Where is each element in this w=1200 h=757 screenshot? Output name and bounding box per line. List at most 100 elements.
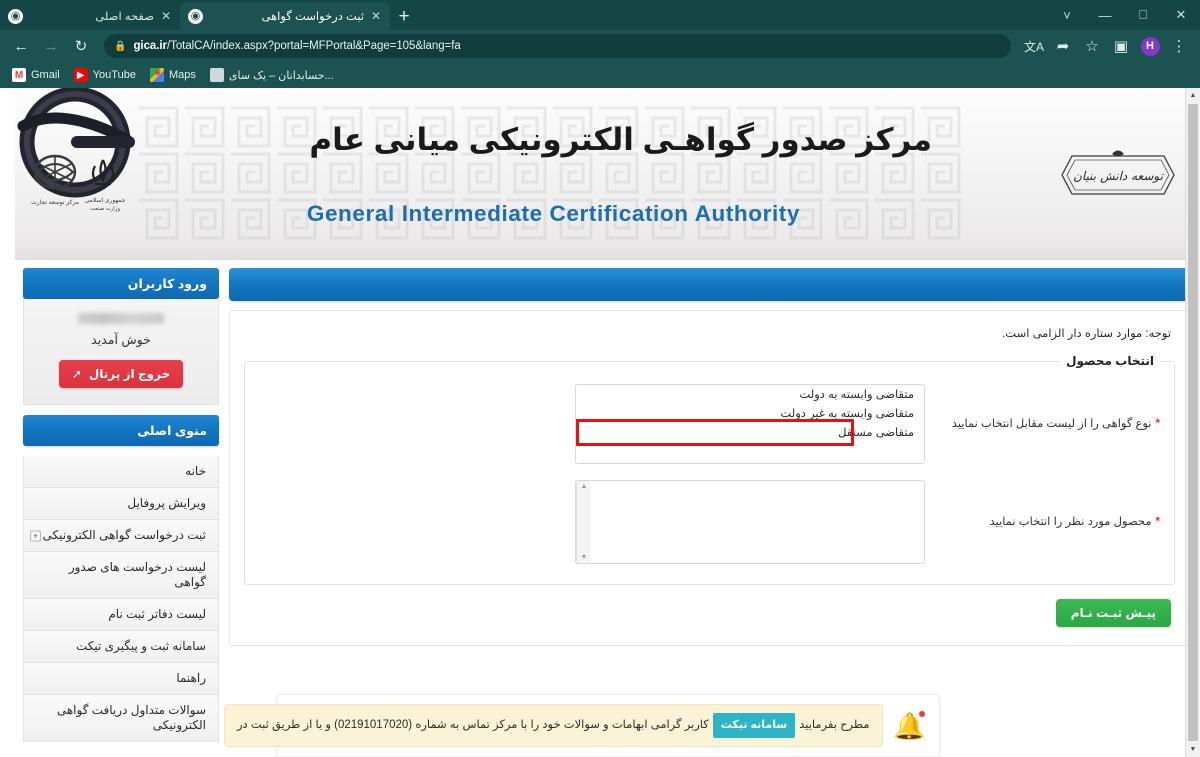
user-box: خوش آمدید خروج از پرتال ➚ xyxy=(23,299,219,405)
site-brand-en: General Intermediate Certification Autho… xyxy=(306,201,800,226)
sidebar-item-label: ویرایش پروفایل xyxy=(127,496,206,510)
share-icon[interactable]: ➦ xyxy=(1050,33,1076,59)
tab-favicon-icon: ◉ xyxy=(188,8,203,24)
form-row-certificate-type: *نوع گواهی را از لیست مقابل انتخاب نمایی… xyxy=(259,384,1160,464)
exit-icon: ➚ xyxy=(71,367,82,381)
sidebar-item-label: لیست دفاتر ثبت نام xyxy=(108,607,206,621)
page-viewport: ▲ ▼ مرکز صدور گواهـی الکترونیکی میانی عا… xyxy=(0,88,1200,757)
listbox-option[interactable]: متقاضی وابسته به غیر دولت xyxy=(576,404,924,423)
scroll-up-arrow-icon[interactable]: ▲ xyxy=(581,483,588,490)
form-row-product: *محصول مورد نظر را انتخاب نمایید ▲ ▼ xyxy=(259,480,1160,564)
certificate-type-label: *نوع گواهی را از لیست مقابل انتخاب نمایی… xyxy=(925,416,1160,432)
more-menu-icon[interactable]: ⋮ xyxy=(1166,33,1192,59)
scroll-up-arrow-icon[interactable]: ▲ xyxy=(1186,88,1200,103)
youtube-icon: ▶ xyxy=(73,68,88,82)
sidebar-item-label: راهنما xyxy=(176,671,206,685)
sidebar-item-edit-profile[interactable]: ویرایش پروفایل xyxy=(24,488,218,520)
bookmark-gmail[interactable]: M Gmail xyxy=(6,66,66,84)
new-tab-button[interactable]: + xyxy=(390,2,418,30)
sidebar-item-label: خانه xyxy=(185,464,206,478)
back-arrow-icon[interactable]: ← xyxy=(8,33,34,59)
product-listbox-scrollbar[interactable]: ▲ ▼ xyxy=(576,481,591,563)
scroll-down-arrow-icon[interactable]: ▼ xyxy=(1186,742,1200,757)
bookmark-youtube[interactable]: ▶ YouTube xyxy=(68,66,142,84)
sidebar-item-home[interactable]: خانه xyxy=(24,456,218,488)
notification-wrapper: 🔔 مطرح بفرمایید سامانه تیکت کاربر گرامی … xyxy=(15,694,1200,757)
bookmark-label: Maps xyxy=(168,69,196,81)
url-path: /TotalCA/index.aspx?portal=MFPortal&Page… xyxy=(166,40,461,52)
site-header: مرکز صدور گواهـی الکترونیکی میانی عام Ge… xyxy=(15,88,1200,260)
lock-icon: 🔒 xyxy=(114,40,127,52)
side-panel-icon[interactable]: ▣ xyxy=(1108,33,1134,59)
svg-text:جمهوری اسلامی: جمهوری اسلامی xyxy=(85,197,126,204)
product-listbox[interactable]: ▲ ▼ xyxy=(575,480,925,564)
product-label: *محصول مورد نظر را انتخاب نمایید xyxy=(925,514,1161,530)
profile-avatar[interactable]: H xyxy=(1137,33,1163,59)
ministry-seals: مرکز توسعه تجارت جمهوری اسلامی وزارت صنع… xyxy=(31,154,126,212)
reload-icon[interactable]: ↻ xyxy=(68,33,94,59)
translate-icon[interactable]: 文A xyxy=(1021,33,1047,59)
knowledge-based-seal: توسعه دانش بنیان xyxy=(1061,150,1175,195)
certificate-type-label-text: نوع گواهی را از لیست مقابل انتخاب نمایید xyxy=(951,417,1152,430)
sidebar-item-certificate-request[interactable]: + ثبت درخواست گواهی الکترونیکی xyxy=(24,520,218,552)
browser-tab-active[interactable]: ◉ ثبت درخواست گواهی ✕ xyxy=(180,2,390,30)
minimize-icon[interactable]: — xyxy=(1086,0,1124,30)
scroll-down-arrow-icon[interactable]: ▼ xyxy=(581,554,588,561)
sidebar-item-ticket-system[interactable]: سامانه ثبت و پیگیری تیکت xyxy=(24,631,218,663)
svg-text:توسعه دانش بنیان: توسعه دانش بنیان xyxy=(1073,169,1164,183)
sidebar-item-registration-offices[interactable]: لیست دفاتر ثبت نام xyxy=(24,599,218,631)
bookmark-star-icon[interactable]: ☆ xyxy=(1079,33,1105,59)
gmail-icon: M xyxy=(12,68,26,82)
registration-form-card: توجه: موارد ستاره دار الزامی است. انتخاب… xyxy=(229,310,1190,646)
tab-favicon-icon: ◉ xyxy=(8,8,23,24)
ticket-notification: 🔔 مطرح بفرمایید سامانه تیکت کاربر گرامی … xyxy=(224,694,940,757)
address-bar[interactable]: 🔒 gica.ir/TotalCA/index.aspx?portal=MFPo… xyxy=(104,34,1011,58)
page-body: مرکز صدور گواهـی الکترونیکی میانی عام Ge… xyxy=(15,88,1200,757)
bookmark-site[interactable]: حسابدانان – یک سای... xyxy=(204,66,340,84)
close-icon[interactable]: ✕ xyxy=(1162,0,1200,30)
ticket-system-link[interactable]: سامانه تیکت xyxy=(712,713,796,738)
browser-toolbar: ← → ↻ 🔒 gica.ir/TotalCA/index.aspx?porta… xyxy=(0,30,1200,62)
sidebar: ورود کاربران خوش آمدید خروج از پرتال ➚ م… xyxy=(23,268,219,742)
username-redacted xyxy=(78,313,164,324)
expand-plus-icon[interactable]: + xyxy=(30,530,41,541)
fieldset-legend: انتخاب محصول xyxy=(1066,354,1154,368)
logout-button[interactable]: خروج از پرتال ➚ xyxy=(58,360,184,388)
tab-close-icon[interactable]: ✕ xyxy=(160,9,172,23)
browser-tab-inactive[interactable]: ◉ صفحه اصلی ✕ xyxy=(0,2,180,30)
tab-search-icon[interactable]: ˅ xyxy=(1048,0,1086,30)
submit-row: پیـش ثبـت نـام xyxy=(244,585,1175,627)
notification-text-after: مطرح بفرمایید xyxy=(799,718,870,731)
pre-register-button[interactable]: پیـش ثبـت نـام xyxy=(1055,599,1171,627)
toolbar-right-buttons: 文A ➦ ☆ ▣ H ⋮ xyxy=(1021,33,1192,59)
page-scrollbar[interactable]: ▲ ▼ xyxy=(1185,88,1200,757)
bookmark-label: حسابدانان – یک سای... xyxy=(228,69,334,82)
tab-title: صفحه اصلی xyxy=(95,11,154,23)
sidebar-item-request-list[interactable]: لیست درخواست های صدور گواهی xyxy=(24,552,218,599)
notification-badge-dot xyxy=(917,709,926,718)
product-selection-fieldset: انتخاب محصول *نوع گواهی را از لیست مقابل… xyxy=(244,354,1175,585)
site-icon xyxy=(209,68,224,82)
sidebar-item-label: لیست درخواست های صدور گواهی xyxy=(68,560,206,589)
listbox-option-highlighted[interactable]: متقاضی مستقل xyxy=(576,424,924,443)
bookmark-label: Gmail xyxy=(31,69,60,81)
tab-close-icon[interactable]: ✕ xyxy=(370,9,382,23)
avatar-initial: H xyxy=(1140,36,1160,56)
certificate-type-listbox[interactable]: متقاضی وابسته به دولت متقاضی وابسته به غ… xyxy=(575,384,925,464)
svg-text:وزارت صنعت: وزارت صنعت xyxy=(90,206,120,212)
bookmark-maps[interactable]: Maps xyxy=(144,66,202,84)
scrollbar-thumb[interactable] xyxy=(1188,104,1198,741)
bookmark-label: YouTube xyxy=(92,69,136,81)
listbox-option[interactable]: متقاضی وابسته به دولت xyxy=(576,385,924,404)
forward-arrow-icon[interactable]: → xyxy=(38,33,64,59)
page-layout: توجه: موارد ستاره دار الزامی است. انتخاب… xyxy=(15,260,1200,742)
sidebar-item-guide[interactable]: راهنما xyxy=(24,663,218,695)
product-label-text: محصول مورد نظر را انتخاب نمایید xyxy=(989,515,1152,528)
main-column: توجه: موارد ستاره دار الزامی است. انتخاب… xyxy=(219,268,1200,742)
notification-message: مطرح بفرمایید سامانه تیکت کاربر گرامی اب… xyxy=(224,704,883,747)
url-host: gica.ir xyxy=(133,40,167,52)
sidebar-item-label: ثبت درخواست گواهی الکترونیکی xyxy=(42,528,207,542)
bell-icon[interactable]: 🔔 xyxy=(893,709,927,743)
svg-text:مرکز توسعه تجارت: مرکز توسعه تجارت xyxy=(31,199,79,206)
maximize-icon[interactable]: ⎕ xyxy=(1124,0,1162,30)
